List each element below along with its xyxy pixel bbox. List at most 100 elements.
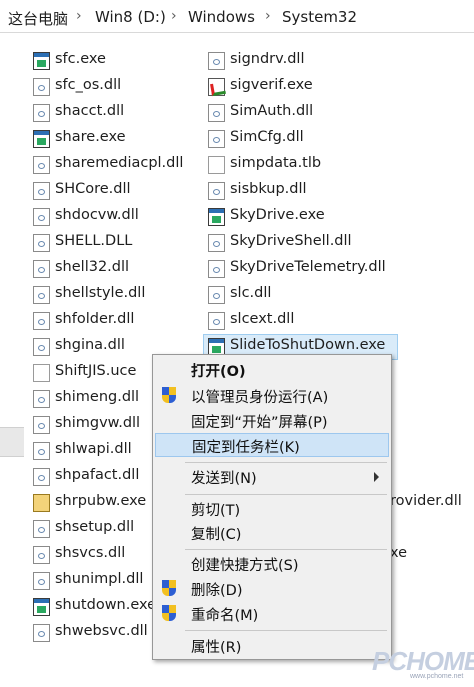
dll-icon <box>33 78 50 96</box>
dll-icon <box>33 312 50 330</box>
menu-item-pin-to-start[interactable]: 固定到“开始”屏幕(P) <box>155 409 389 433</box>
file-item[interactable]: SimCfg.dll <box>208 127 408 151</box>
file-item[interactable]: shrpubw.exe <box>33 491 151 515</box>
file-name: simpdata.tlb <box>230 155 322 171</box>
menu-item-label: 发送到(N) <box>191 471 257 487</box>
dll-icon <box>208 130 225 148</box>
file-item[interactable]: shimeng.dll <box>33 387 151 411</box>
dll-icon <box>33 208 50 226</box>
file-item[interactable]: ShiftJIS.uce <box>33 361 151 385</box>
menu-separator <box>185 494 387 495</box>
menu-item-delete[interactable]: 删除(D) <box>155 577 389 601</box>
menu-item-label: 打开(O) <box>191 364 246 380</box>
file-item[interactable]: simpdata.tlb <box>208 153 408 177</box>
dll-icon <box>208 52 225 70</box>
file-item[interactable]: shell32.dll <box>33 257 193 281</box>
file-item[interactable]: shdocvw.dll <box>33 205 193 229</box>
uac-shield-icon <box>162 605 176 622</box>
menu-item-properties[interactable]: 属性(R) <box>155 634 389 658</box>
sigverif-icon <box>208 78 225 96</box>
file-icon <box>33 364 50 382</box>
file-item[interactable]: SHCore.dll <box>33 179 193 203</box>
file-item[interactable]: slc.dll <box>208 283 408 307</box>
dll-icon <box>208 182 225 200</box>
dll-icon <box>33 260 50 278</box>
file-name: sharemediacpl.dll <box>55 155 184 171</box>
menu-item-cut[interactable]: 剪切(T) <box>155 497 389 521</box>
file-item[interactable]: shlwapi.dll <box>33 439 151 463</box>
dll-icon <box>33 182 50 200</box>
file-item-partial[interactable]: rovider.dll <box>390 491 470 515</box>
file-item[interactable]: shellstyle.dll <box>33 283 193 307</box>
file-name: shdocvw.dll <box>55 207 139 223</box>
file-item[interactable]: sharemediacpl.dll <box>33 153 193 177</box>
file-name: shellstyle.dll <box>55 285 146 301</box>
file-item[interactable]: SkyDriveTelemetry.dll <box>208 257 408 281</box>
file-item[interactable]: shunimpl.dll <box>33 569 151 593</box>
submenu-arrow-icon <box>374 472 379 482</box>
breadcrumb-windows[interactable]: Windows <box>188 8 255 26</box>
file-name: signdrv.dll <box>230 51 305 67</box>
file-item[interactable]: shfolder.dll <box>33 309 193 333</box>
file-item[interactable]: shacct.dll <box>33 101 193 125</box>
menu-item-copy[interactable]: 复制(C) <box>155 521 389 545</box>
file-name: SkyDriveTelemetry.dll <box>230 259 386 275</box>
file-item[interactable]: shwebsvc.dll <box>33 621 151 645</box>
file-item[interactable]: shsetup.dll <box>33 517 151 541</box>
breadcrumb-chevron-icon[interactable]: › <box>76 8 82 24</box>
file-name: ShiftJIS.uce <box>55 363 137 379</box>
menu-item-label: 固定到“开始”屏幕(P) <box>191 415 328 431</box>
address-bar[interactable]: 这台电脑 › Win8 (D:) › Windows › System32 <box>0 0 474 33</box>
breadcrumb-system32[interactable]: System32 <box>282 8 357 26</box>
navigation-pane-edge <box>0 427 24 457</box>
pchome-watermark-logo: PCHOME www.pchome.net <box>372 646 474 686</box>
file-item[interactable]: SkyDrive.exe <box>208 205 408 229</box>
file-item[interactable]: SimAuth.dll <box>208 101 408 125</box>
menu-item-run-as-admin[interactable]: 以管理员身份运行(A) <box>155 384 389 408</box>
file-name: shgina.dll <box>55 337 125 353</box>
watermark-url: www.pchome.net <box>410 673 464 680</box>
file-name: share.exe <box>55 129 126 145</box>
menu-item-create-shortcut[interactable]: 创建快捷方式(S) <box>155 552 389 576</box>
file-name: shsvcs.dll <box>55 545 126 561</box>
breadcrumb-chevron-icon[interactable]: › <box>171 8 177 24</box>
menu-item-label: 以管理员身份运行(A) <box>191 390 329 406</box>
file-name: shell32.dll <box>55 259 130 275</box>
dll-icon <box>33 338 50 356</box>
file-item[interactable]: shsvcs.dll <box>33 543 151 567</box>
file-item[interactable]: signdrv.dll <box>208 49 408 73</box>
breadcrumb-drive[interactable]: Win8 (D:) <box>95 8 166 26</box>
menu-separator <box>185 549 387 550</box>
file-name: shfolder.dll <box>55 311 135 327</box>
exe-icon <box>33 52 50 70</box>
file-item-partial[interactable]: xe <box>390 543 450 567</box>
dll-icon <box>208 260 225 278</box>
file-item[interactable]: sfc_os.dll <box>33 75 193 99</box>
file-item[interactable]: SHELL.DLL <box>33 231 193 255</box>
menu-item-rename[interactable]: 重命名(M) <box>155 602 389 626</box>
uac-shield-icon <box>162 387 176 404</box>
file-item[interactable]: sfc.exe <box>33 49 193 73</box>
file-icon <box>208 156 225 174</box>
breadcrumb-this-pc[interactable]: 这台电脑 <box>8 8 68 29</box>
dll-icon <box>33 104 50 122</box>
file-name: shpafact.dll <box>55 467 140 483</box>
menu-item-open[interactable]: 打开(O) <box>155 358 389 382</box>
file-item[interactable]: sigverif.exe <box>208 75 408 99</box>
file-item[interactable]: shimgvw.dll <box>33 413 151 437</box>
file-name: SimCfg.dll <box>230 129 304 145</box>
file-item[interactable]: shpafact.dll <box>33 465 151 489</box>
menu-item-pin-to-taskbar[interactable]: 固定到任务栏(K) <box>155 433 389 457</box>
file-name: rovider.dll <box>390 493 462 509</box>
file-item[interactable]: share.exe <box>33 127 193 151</box>
file-item[interactable]: sisbkup.dll <box>208 179 408 203</box>
file-item[interactable]: shgina.dll <box>33 335 151 359</box>
file-item[interactable]: SkyDriveShell.dll <box>208 231 408 255</box>
menu-item-send-to[interactable]: 发送到(N) <box>155 465 389 489</box>
exe-icon <box>33 598 50 616</box>
breadcrumb-chevron-icon[interactable]: › <box>265 8 271 24</box>
file-name: sigverif.exe <box>230 77 313 93</box>
file-name: shunimpl.dll <box>55 571 144 587</box>
file-item[interactable]: slcext.dll <box>208 309 408 333</box>
file-item[interactable]: shutdown.exe <box>33 595 156 619</box>
